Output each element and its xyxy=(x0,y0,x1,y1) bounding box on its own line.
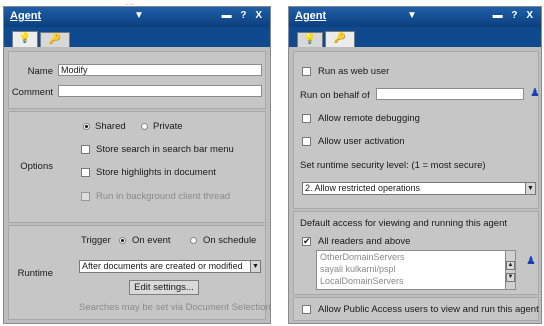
comment-label: Comment xyxy=(11,87,53,98)
shared-radio[interactable] xyxy=(83,123,90,130)
on-event-radio[interactable] xyxy=(119,237,126,244)
options-label: Options xyxy=(20,161,53,172)
lightbulb-icon: 💡 xyxy=(303,34,317,45)
key-icon: 🔑 xyxy=(48,34,62,45)
chevron-down-icon[interactable]: ▼ xyxy=(525,182,536,195)
allow-user-activation-label: Allow user activation xyxy=(318,136,405,147)
lightbulb-icon: 💡 xyxy=(18,33,32,44)
panel-title: Agent xyxy=(10,10,42,22)
security-level-select[interactable]: 2. Allow restricted operations ▼ xyxy=(302,182,536,195)
trigger-select-value: After documents are created or modified xyxy=(82,261,243,271)
security-level-value: 2. Allow restricted operations xyxy=(305,183,421,193)
list-item[interactable]: sayali kulkarni/pspl xyxy=(320,264,396,274)
run-background-checkbox[interactable] xyxy=(81,192,90,201)
window-controls[interactable]: ▬ ? X xyxy=(222,10,265,21)
allow-public-label: Allow Public Access users to view and ru… xyxy=(318,304,539,315)
security-section: Run as web user Run on behalf of ♟ Allow… xyxy=(293,51,540,209)
on-event-label: On event xyxy=(132,235,171,246)
security-level-label: Set runtime security level: (1 = most se… xyxy=(300,160,486,171)
tab-basics[interactable]: 💡 xyxy=(297,32,323,47)
list-item[interactable]: LocalDomainServers xyxy=(320,276,404,286)
all-readers-label: All readers and above xyxy=(318,236,411,247)
all-readers-checkbox[interactable]: ✔ xyxy=(302,237,311,246)
person-icon[interactable]: ♟ xyxy=(530,86,540,99)
searches-note: Searches may be set via Document Selecti… xyxy=(79,302,271,313)
allow-public-checkbox[interactable] xyxy=(302,305,311,314)
title-bar: Agent ▼ ▬ ? X xyxy=(4,7,270,27)
chevron-down-icon[interactable]: ▼ xyxy=(134,10,144,21)
agent-basics-panel: Agent ▼ ▬ ? X 💡 🔑 Name Modify Comment Op… xyxy=(3,6,271,324)
person-icon[interactable]: ♟ xyxy=(526,254,536,267)
name-input[interactable]: Modify xyxy=(58,64,262,76)
public-access-section: Allow Public Access users to view and ru… xyxy=(293,297,539,321)
title-bar: Agent ▼ ▬ ? X xyxy=(289,7,541,27)
on-schedule-label: On schedule xyxy=(203,235,257,246)
store-highlights-checkbox[interactable] xyxy=(81,168,90,177)
allow-remote-debug-checkbox[interactable] xyxy=(302,114,311,123)
run-background-label: Run in background client thread xyxy=(96,191,231,202)
default-access-label: Default access for viewing and running t… xyxy=(300,218,508,229)
scroll-down-icon[interactable]: ▼ xyxy=(506,273,515,282)
edit-settings-button[interactable]: Edit settings... xyxy=(129,280,199,295)
tab-security[interactable]: 🔑 xyxy=(325,31,355,47)
runtime-section: Runtime Trigger On event On schedule Aft… xyxy=(8,225,271,320)
default-access-section: Default access for viewing and running t… xyxy=(293,211,539,295)
tab-strip: 💡 🔑 xyxy=(4,27,270,47)
panel-title: Agent xyxy=(295,10,327,22)
allow-user-activation-checkbox[interactable] xyxy=(302,137,311,146)
chevron-down-icon[interactable]: ▼ xyxy=(407,10,417,21)
run-on-behalf-label: Run on behalf of xyxy=(300,90,370,101)
window-controls[interactable]: ▬ ? X xyxy=(493,10,536,21)
shared-label: Shared xyxy=(95,121,126,132)
private-radio[interactable] xyxy=(141,123,148,130)
scroll-up-icon[interactable]: ▲ xyxy=(506,261,515,270)
list-item[interactable]: OtherDomainServers xyxy=(320,252,405,262)
runtime-label: Runtime xyxy=(17,268,53,279)
run-as-web-user-label: Run as web user xyxy=(318,66,390,77)
access-listbox[interactable]: OtherDomainServers sayali kulkarni/pspl … xyxy=(316,250,516,290)
store-highlights-label: Store highlights in document xyxy=(96,167,216,178)
checkmark-icon: ✔ xyxy=(303,236,311,246)
tab-security[interactable]: 🔑 xyxy=(40,32,70,47)
run-on-behalf-input[interactable] xyxy=(376,88,524,100)
scrollbar[interactable]: ▲ ▼ xyxy=(505,251,515,289)
name-label: Name xyxy=(27,66,53,77)
store-search-label: Store search in search bar menu xyxy=(96,144,234,155)
tab-basics[interactable]: 💡 xyxy=(12,31,38,47)
store-search-checkbox[interactable] xyxy=(81,145,90,154)
private-label: Private xyxy=(153,121,183,132)
trigger-label: Trigger xyxy=(81,235,111,246)
allow-remote-debug-label: Allow remote debugging xyxy=(318,113,420,124)
trigger-select[interactable]: After documents are created or modified … xyxy=(79,260,261,273)
tab-strip: 💡 🔑 xyxy=(289,27,541,47)
run-as-web-user-checkbox[interactable] xyxy=(302,67,311,76)
key-icon: 🔑 xyxy=(333,33,347,44)
agent-security-panel: Agent ▼ ▬ ? X 💡 🔑 Run as web user Run on… xyxy=(288,6,542,324)
name-section: Name Modify Comment xyxy=(8,51,266,109)
on-schedule-radio[interactable] xyxy=(190,237,197,244)
chevron-down-icon[interactable]: ▼ xyxy=(250,260,261,273)
options-section: Options Shared Private Store search in s… xyxy=(8,111,266,223)
comment-input[interactable] xyxy=(58,85,262,97)
